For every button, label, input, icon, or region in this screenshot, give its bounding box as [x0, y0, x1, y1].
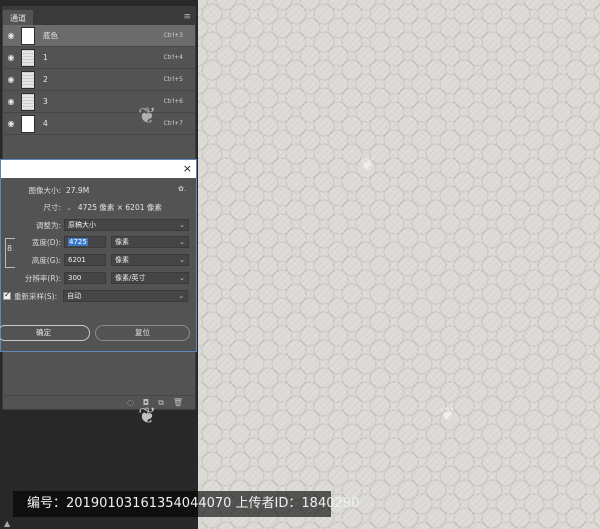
resample-select[interactable]: 自动 ⌄ [63, 290, 189, 302]
image-size-label: 图像大小: [28, 186, 61, 195]
width-unit: 像素 [115, 238, 129, 246]
eye-icon[interactable]: ◉ [3, 97, 19, 106]
resolution-input[interactable]: 300 [64, 272, 106, 284]
fit-to-value: 原稿大小 [68, 221, 96, 229]
watermark-logo-icon: ❦ [360, 154, 376, 175]
eye-icon[interactable]: ◉ [3, 119, 19, 128]
channel-thumbnail [21, 114, 35, 133]
chevron-down-icon: ⌄ [179, 221, 185, 229]
height-input[interactable]: 6201 [64, 254, 106, 266]
resample-label: 重新采样(S): [14, 291, 58, 301]
dimensions-value: 4725 像素 × 6201 像素 [77, 203, 162, 212]
watermark-logo-icon: ❦ [138, 404, 157, 429]
triangle-icon: ▲ [4, 519, 11, 528]
watermark-logo-icon: ❦ [440, 404, 456, 425]
height-unit-select[interactable]: 像素 ⌄ [111, 254, 189, 266]
close-icon[interactable]: × [183, 162, 192, 175]
width-value: 4725 [68, 238, 88, 246]
width-label: 宽度(D): [31, 237, 61, 247]
eye-icon[interactable]: ◉ [3, 75, 19, 84]
image-info-bar: 编号：20190103161354044070 上传者ID：1840290 [13, 491, 359, 517]
fit-to-select[interactable]: 原稿大小 ⌄ [64, 219, 189, 231]
trash-icon[interactable]: 🗑 [173, 398, 183, 407]
channel-row-2[interactable]: ◉ 2 Ctrl+5 [3, 69, 195, 91]
chevron-down-icon: ⌄ [178, 292, 185, 300]
eye-icon[interactable]: ◉ [3, 31, 19, 40]
channel-thumbnail [21, 48, 35, 67]
channel-thumbnail [21, 26, 35, 45]
chevron-down-icon: ⌄ [179, 256, 185, 264]
resolution-unit: 像素/英寸 [115, 274, 146, 282]
image-size-value: 27.9M [66, 186, 90, 195]
panel-footer: ◌ ◘ ⧉ 🗑 [3, 395, 195, 409]
chevron-down-icon: ⌄ [179, 238, 185, 246]
height-unit: 像素 [115, 256, 129, 264]
channel-row-base[interactable]: ◉ 底色 Ctrl+3 [3, 25, 195, 47]
dotted-circle-icon[interactable]: ◌ [127, 398, 134, 407]
channel-row-1[interactable]: ◉ 1 Ctrl+4 [3, 47, 195, 69]
watermark-logo-icon: ❦ [138, 104, 157, 129]
fit-to-label: 调整为: [35, 220, 61, 230]
resolution-unit-select[interactable]: 像素/英寸 ⌄ [111, 272, 189, 284]
channel-shortcut: Ctrl+6 [163, 98, 183, 105]
reset-button[interactable]: 复位 [95, 325, 190, 341]
new-channel-icon[interactable]: ⧉ [158, 398, 164, 408]
height-label: 高度(G): [31, 255, 61, 265]
channel-shortcut: Ctrl+5 [163, 76, 183, 83]
gear-icon[interactable]: ✿. [178, 185, 186, 193]
height-value: 6201 [68, 256, 86, 264]
hamburger-icon[interactable]: ≡ [183, 10, 191, 25]
channel-thumbnail [21, 92, 35, 111]
ok-button[interactable]: 确定 [0, 325, 90, 341]
tab-channels[interactable]: 通道 [3, 10, 33, 25]
width-unit-select[interactable]: 像素 ⌄ [111, 236, 189, 248]
image-size-dialog: × 图像大小: 27.9M ✿. 尺寸: ⌄ 4725 像素 × 6201 像素… [0, 159, 197, 352]
resample-checkbox[interactable] [3, 290, 11, 300]
chevron-down-icon[interactable]: ⌄ [66, 204, 72, 212]
dialog-titlebar: × [1, 160, 196, 178]
channel-row-4[interactable]: ◉ 4 Ctrl+7 [3, 113, 195, 135]
resolution-value: 300 [68, 274, 82, 282]
channel-row-3[interactable]: ◉ 3 Ctrl+6 [3, 91, 195, 113]
channel-shortcut: Ctrl+3 [163, 32, 183, 39]
eye-icon[interactable]: ◉ [3, 53, 19, 62]
resample-value: 自动 [67, 292, 82, 300]
width-input[interactable]: 4725 [64, 236, 106, 248]
panel-tabbar: 通道 ≡ [3, 7, 195, 25]
channel-shortcut: Ctrl+4 [163, 54, 183, 61]
chevron-down-icon: ⌄ [179, 274, 185, 282]
channel-shortcut: Ctrl+7 [163, 120, 183, 127]
canvas-texture [198, 0, 600, 529]
channel-thumbnail [21, 70, 35, 89]
resolution-label: 分辨率(R): [24, 273, 61, 283]
dimensions-label: 尺寸: [43, 203, 61, 212]
